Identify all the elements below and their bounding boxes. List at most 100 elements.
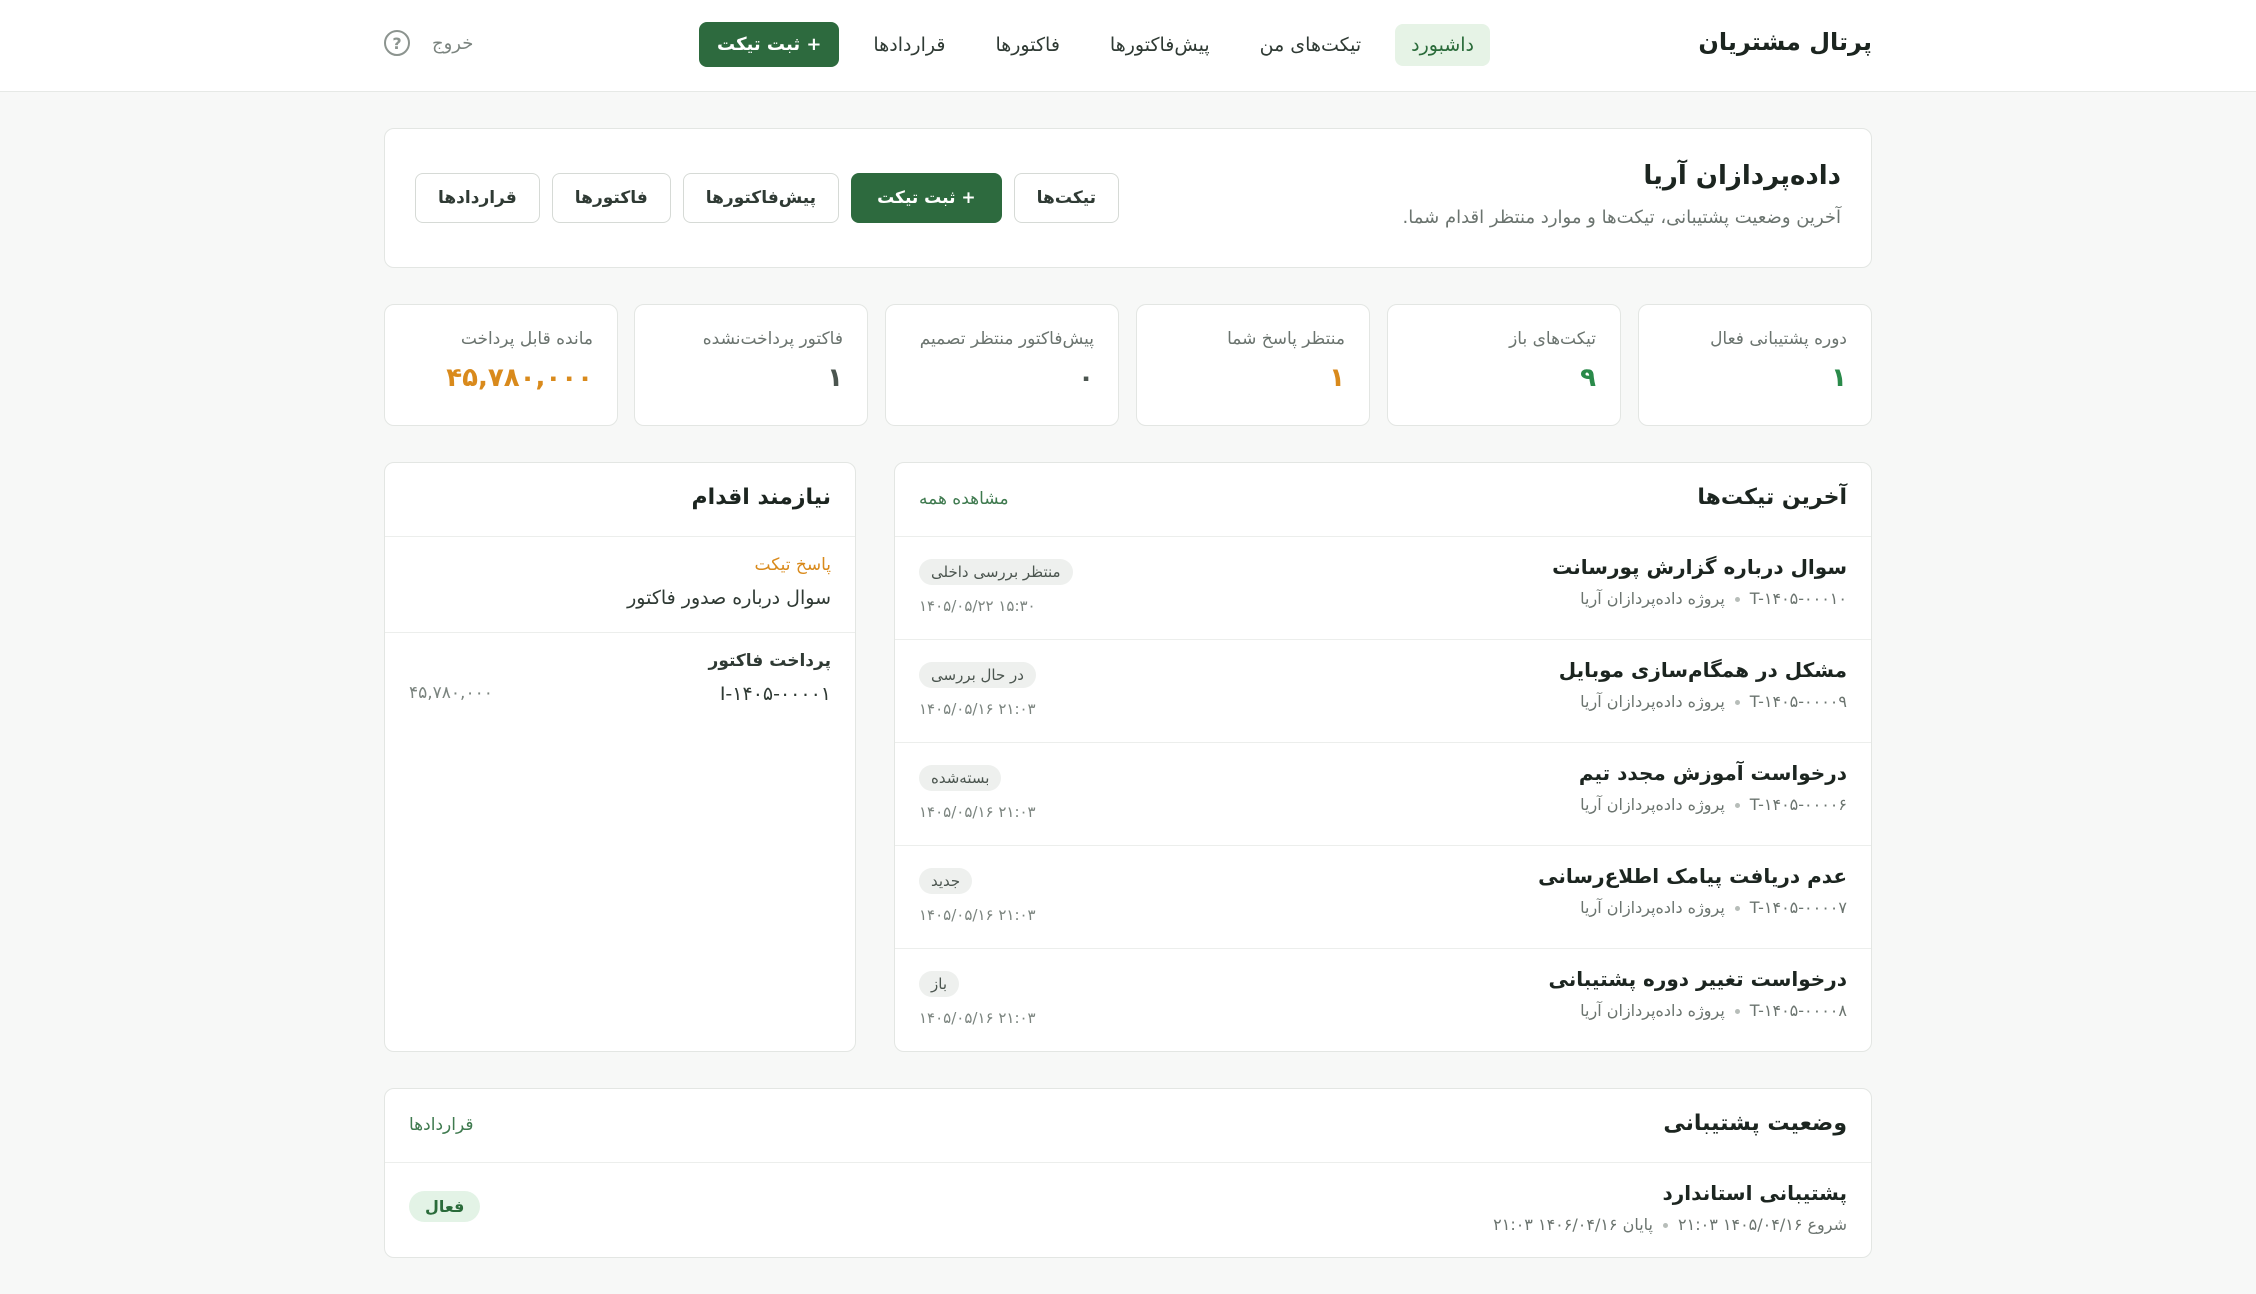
hero-proformas-button[interactable]: پیش‌فاکتورها [682,173,840,223]
ticket-project: پروژه داده‌پردازان آریا [1580,1001,1725,1020]
ticket-title[interactable]: مشکل در همگام‌سازی موبایل [1559,658,1847,682]
action-tag: پاسخ تیکت [754,555,831,575]
ticket-code: T-۱۴۰۵-۰۰۰۰۸ [1749,1001,1847,1020]
hero-invoices-button[interactable]: فاکتورها [551,173,671,223]
nav-invoices[interactable]: فاکتورها [979,24,1075,66]
nav-my-tickets[interactable]: تیکت‌های من [1244,24,1378,66]
status-badge: در حال بررسی [919,662,1036,688]
support-dates: شروع ۱۴۰۵/۰۴/۱۶ ۲۱:۰۳ پایان ۱۴۰۶/۰۴/۱۶ ۲۱… [1493,1215,1847,1234]
stat-label: تیکت‌های باز [1509,329,1596,349]
ticket-project: پروژه داده‌پردازان آریا [1580,795,1725,814]
ticket-project: پروژه داده‌پردازان آریا [1580,692,1725,711]
nav-dashboard[interactable]: داشبورد [1395,23,1490,66]
ticket-meta: T-۱۴۰۵-۰۰۰۱۰ پروژه داده‌پردازان آریا [1580,589,1847,608]
action-item-ticket-reply[interactable]: پاسخ تیکت سوال درباره صدور فاکتور [385,537,855,633]
status-badge: منتظر بررسی داخلی [919,559,1073,585]
section-title: نیازمند اقدام [691,485,831,510]
ticket-code: T-۱۴۰۵-۰۰۰۰۶ [1749,795,1847,814]
section-header: نیازمند اقدام [385,463,855,537]
top-nav: داشبورد تیکت‌های من پیش‌فاکتورها فاکتوره… [699,22,1490,67]
ticket-title[interactable]: عدم دریافت پیامک اطلاع‌رسانی [1538,864,1847,888]
ticket-meta: T-۱۴۰۵-۰۰۰۰۶ پروژه داده‌پردازان آریا [1580,795,1847,814]
section-title: آخرین تیکت‌ها [1697,485,1847,510]
stat-label: فاکتور پرداخت‌نشده [702,329,843,349]
ticket-code: T-۱۴۰۵-۰۰۰۱۰ [1749,589,1847,608]
stat-value: ۴۵,۷۸۰,۰۰۰ [446,363,593,393]
ticket-meta: T-۱۴۰۵-۰۰۰۰۷ پروژه داده‌پردازان آریا [1580,898,1847,917]
status-badge: فعال [409,1191,481,1222]
ticket-code: T-۱۴۰۵-۰۰۰۰۷ [1749,898,1847,917]
ticket-title[interactable]: درخواست آموزش مجدد تیم [1579,761,1847,785]
nav-proformas[interactable]: پیش‌فاکتورها [1094,24,1226,66]
ticket-project: پروژه داده‌پردازان آریا [1580,898,1725,917]
brand-title: پرتال مشتریان [1698,28,1872,56]
stat-label: دوره پشتیبانی فعال [1710,329,1847,349]
ticket-date: ۱۴۰۵/۰۵/۱۶ ۲۱:۰۳ [919,1009,1036,1027]
ticket-row[interactable]: درخواست تغییر دوره پشتیبانی T-۱۴۰۵-۰۰۰۰۸… [895,949,1871,1052]
status-badge: بسته‌شده [919,765,1002,791]
top-left-tools: خروج ? [384,30,473,56]
ticket-date: ۱۴۰۵/۰۵/۱۶ ۲۱:۰۳ [919,906,1036,924]
support-status-card: وضعیت پشتیبانی قراردادها پشتیبانی استاند… [384,1088,1872,1258]
dot-separator [1663,1223,1669,1228]
dot-separator [1734,597,1740,602]
hero-new-ticket-button[interactable]: + ثبت تیکت [851,173,1002,223]
ticket-title[interactable]: درخواست تغییر دوره پشتیبانی [1548,967,1847,991]
section-title: وضعیت پشتیبانی [1663,1111,1847,1136]
ticket-title[interactable]: سوال درباره گزارش پورسانت [1552,555,1847,579]
stat-card-balance: مانده قابل پرداخت ۴۵,۷۸۰,۰۰۰ [384,304,618,426]
support-start: شروع ۱۴۰۵/۰۴/۱۶ ۲۱:۰۳ [1678,1215,1847,1234]
ticket-meta: T-۱۴۰۵-۰۰۰۰۹ پروژه داده‌پردازان آریا [1580,692,1847,711]
section-header: وضعیت پشتیبانی قراردادها [385,1089,1871,1163]
stat-label: پیش‌فاکتور منتظر تصمیم [919,329,1094,349]
ticket-code: T-۱۴۰۵-۰۰۰۰۹ [1749,692,1847,711]
ticket-date: ۱۴۰۵/۰۵/۲۲ ۱۵:۳۰ [919,597,1036,615]
hero-tickets-button[interactable]: تیکت‌ها [1013,173,1120,223]
status-badge: جدید [919,868,973,894]
stat-card-unpaid-invoice: فاکتور پرداخت‌نشده ۱ [634,304,868,426]
hero-actions: تیکت‌ها + ثبت تیکت پیش‌فاکتورها فاکتورها… [415,173,1120,223]
stat-card-active-support: دوره پشتیبانی فعال ۱ [1638,304,1872,426]
needs-action-card: نیازمند اقدام پاسخ تیکت سوال درباره صدور… [384,462,856,1052]
top-bar: پرتال مشتریان داشبورد تیکت‌های من پیش‌فا… [0,0,2256,92]
view-all-link[interactable]: مشاهده همه [919,489,1009,509]
action-item-invoice-payment[interactable]: پرداخت فاکتور I-۱۴۰۵-۰۰۰۰۱ ۴۵,۷۸۰,۰۰۰ [385,633,855,729]
hero-contracts-button[interactable]: قراردادها [415,173,540,223]
ticket-row[interactable]: عدم دریافت پیامک اطلاع‌رسانی T-۱۴۰۵-۰۰۰۰… [895,846,1871,949]
support-end: پایان ۱۴۰۶/۰۴/۱۶ ۲۱:۰۳ [1493,1215,1654,1234]
stats-row: دوره پشتیبانی فعال ۱ تیکت‌های باز ۹ منتظ… [384,304,1872,426]
ticket-date: ۱۴۰۵/۰۵/۱۶ ۲۱:۰۳ [919,803,1036,821]
ticket-row[interactable]: مشکل در همگام‌سازی موبایل T-۱۴۰۵-۰۰۰۰۹ پر… [895,640,1871,743]
action-amount: ۴۵,۷۸۰,۰۰۰ [409,683,493,703]
company-subtitle: آخرین وضعیت پشتیبانی، تیکت‌ها و موارد من… [1402,207,1841,228]
stat-card-pending-proforma: پیش‌فاکتور منتظر تصمیم ۰ [885,304,1119,426]
new-ticket-button[interactable]: + ثبت تیکت [699,22,840,67]
dot-separator [1734,906,1740,911]
section-header: آخرین تیکت‌ها مشاهده همه [895,463,1871,537]
stat-value: ۹ [1580,363,1596,393]
nav-contracts[interactable]: قراردادها [857,24,961,66]
logout-link[interactable]: خروج [432,33,473,54]
ticket-project: پروژه داده‌پردازان آریا [1580,589,1725,608]
contracts-link[interactable]: قراردادها [409,1115,473,1135]
dot-separator [1734,1009,1740,1014]
stat-card-open-tickets: تیکت‌های باز ۹ [1387,304,1621,426]
stat-value: ۱ [1329,363,1345,393]
support-plan-name: پشتیبانی استاندارد [1662,1181,1847,1205]
stat-label: منتظر پاسخ شما [1227,329,1345,349]
stat-value: ۱ [827,363,843,393]
stat-value: ۰ [1078,363,1094,393]
ticket-meta: T-۱۴۰۵-۰۰۰۰۸ پروژه داده‌پردازان آریا [1580,1001,1847,1020]
status-badge: باز [919,971,959,997]
latest-tickets-card: آخرین تیکت‌ها مشاهده همه سوال درباره گزا… [894,462,1872,1052]
action-text[interactable]: سوال درباره صدور فاکتور [627,587,831,609]
stat-card-awaiting-reply: منتظر پاسخ شما ۱ [1136,304,1370,426]
company-hero-card: داده‌پردازان آریا آخرین وضعیت پشتیبانی، … [384,128,1872,268]
ticket-date: ۱۴۰۵/۰۵/۱۶ ۲۱:۰۳ [919,700,1036,718]
question-circle-icon[interactable]: ? [384,30,410,56]
action-text[interactable]: I-۱۴۰۵-۰۰۰۰۱ [720,683,831,705]
stat-value: ۱ [1831,363,1847,393]
stat-label: مانده قابل پرداخت [460,329,593,349]
ticket-row[interactable]: سوال درباره گزارش پورسانت T-۱۴۰۵-۰۰۰۱۰ پر… [895,537,1871,640]
ticket-row[interactable]: درخواست آموزش مجدد تیم T-۱۴۰۵-۰۰۰۰۶ پروژه… [895,743,1871,846]
